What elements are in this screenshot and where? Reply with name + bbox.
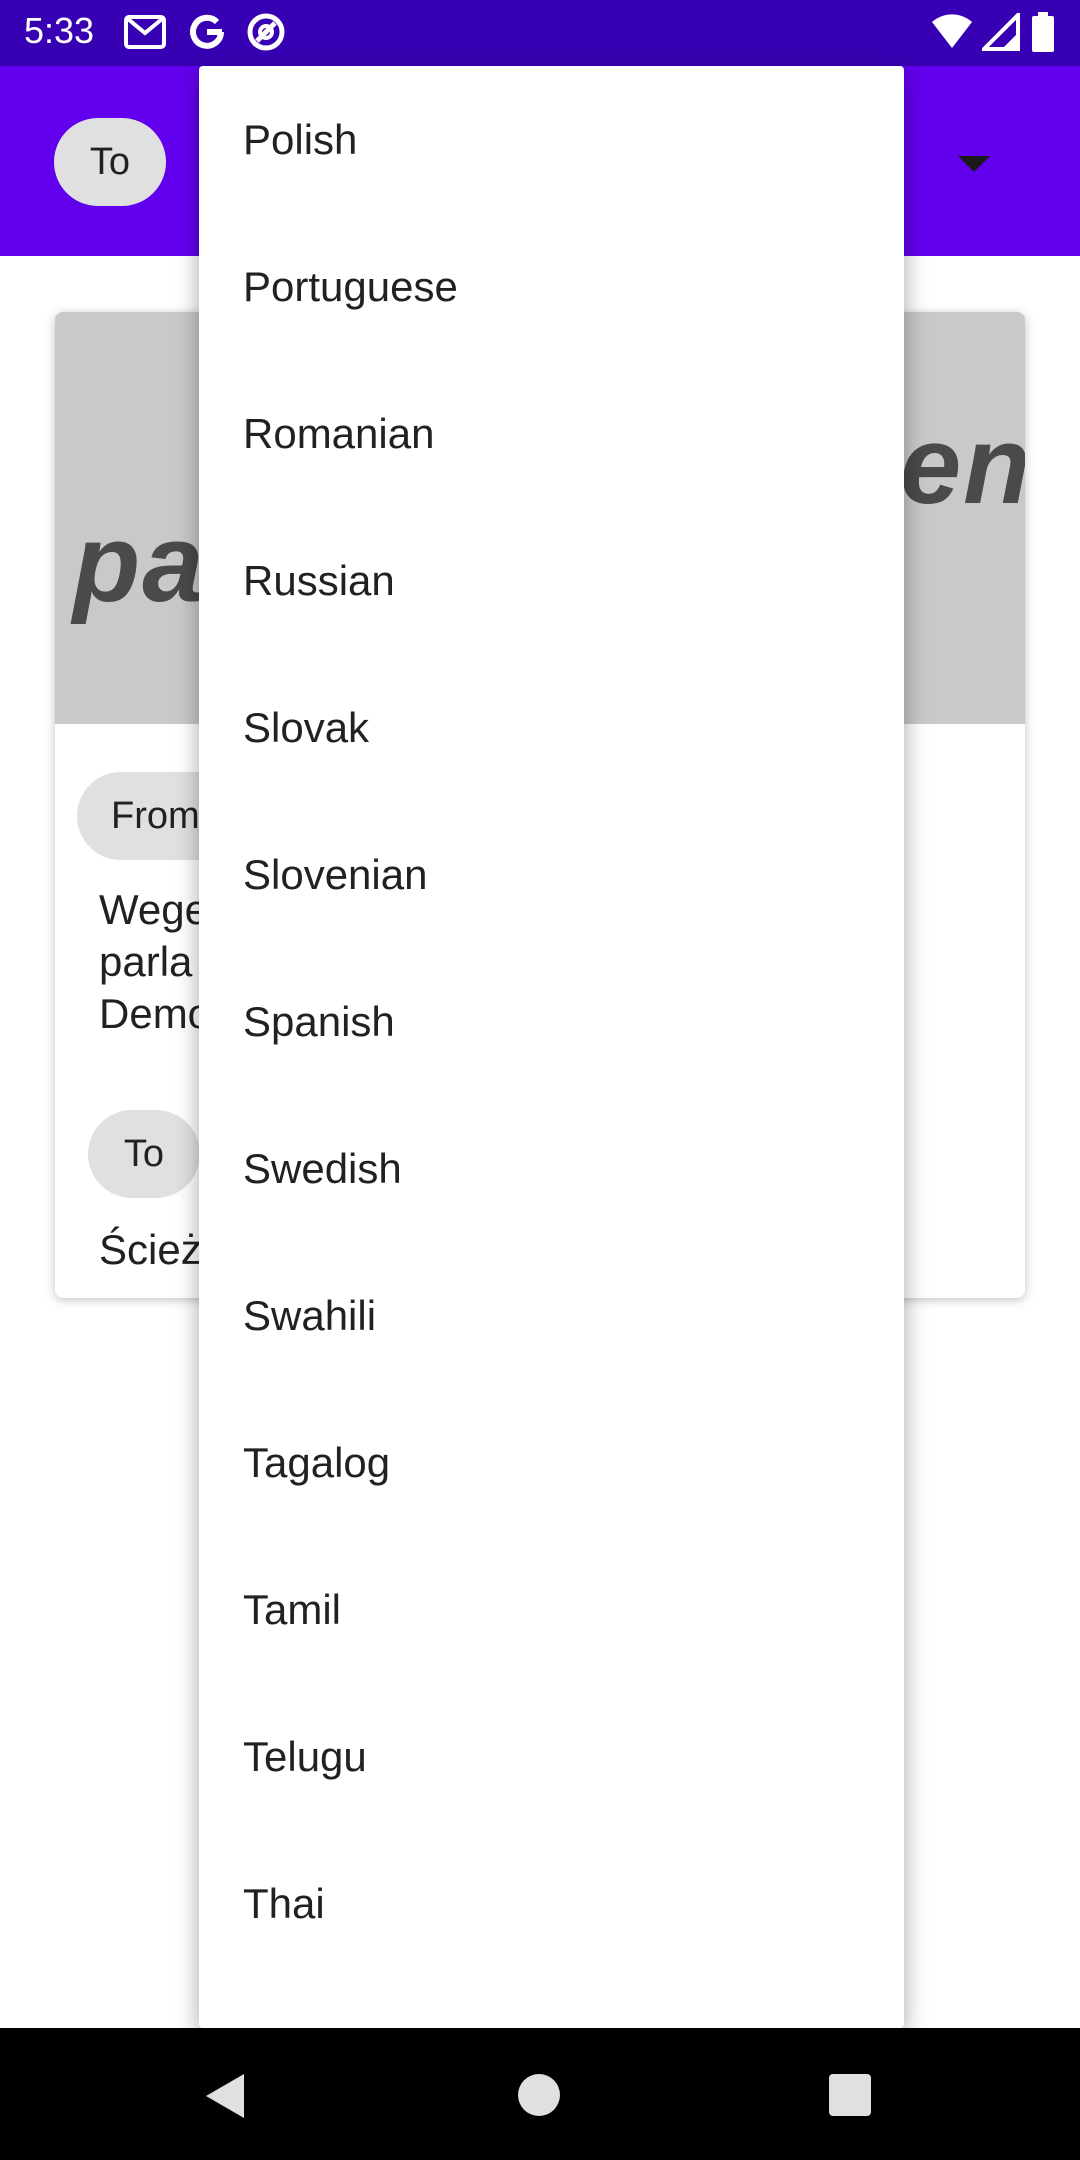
menu-item-portuguese[interactable]: Portuguese [199, 213, 904, 360]
menu-item-tamil[interactable]: Tamil [199, 1536, 904, 1683]
battery-icon [1032, 12, 1054, 52]
gmail-icon [124, 12, 166, 52]
dropdown-arrow-icon[interactable] [958, 156, 990, 172]
status-time: 5:33 [24, 10, 95, 51]
menu-item-polish[interactable]: Polish [199, 66, 904, 213]
menu-item-thai[interactable]: Thai [199, 1830, 904, 1977]
menu-item-swedish[interactable]: Swedish [199, 1095, 904, 1242]
image-text-right: en [900, 404, 1025, 527]
translated-text: Ścież [99, 1226, 202, 1273]
to-language-chip[interactable]: To [54, 118, 166, 206]
image-text-left: pa [73, 502, 206, 625]
menu-item-slovak[interactable]: Slovak [199, 654, 904, 801]
menu-item-slovenian[interactable]: Slovenian [199, 801, 904, 948]
wifi-icon [930, 12, 974, 52]
recent-apps-icon[interactable] [829, 2074, 871, 2116]
menu-item-spanish[interactable]: Spanish [199, 948, 904, 1095]
status-bar: 5:33 [0, 0, 1080, 66]
home-icon[interactable] [518, 2074, 560, 2116]
menu-item-romanian[interactable]: Romanian [199, 360, 904, 507]
signal-icon [982, 12, 1020, 52]
vpn-icon [246, 12, 286, 52]
menu-item-russian[interactable]: Russian [199, 507, 904, 654]
menu-item-swahili[interactable]: Swahili [199, 1242, 904, 1389]
card-to-language-chip[interactable]: To [88, 1110, 200, 1198]
language-dropdown-menu: Polish Portuguese Romanian Russian Slova… [199, 66, 904, 2028]
google-icon [188, 12, 226, 52]
menu-item-telugu[interactable]: Telugu [199, 1683, 904, 1830]
navigation-bar [0, 2028, 1080, 2160]
menu-item-tagalog[interactable]: Tagalog [199, 1389, 904, 1536]
back-icon[interactable] [206, 2074, 244, 2118]
